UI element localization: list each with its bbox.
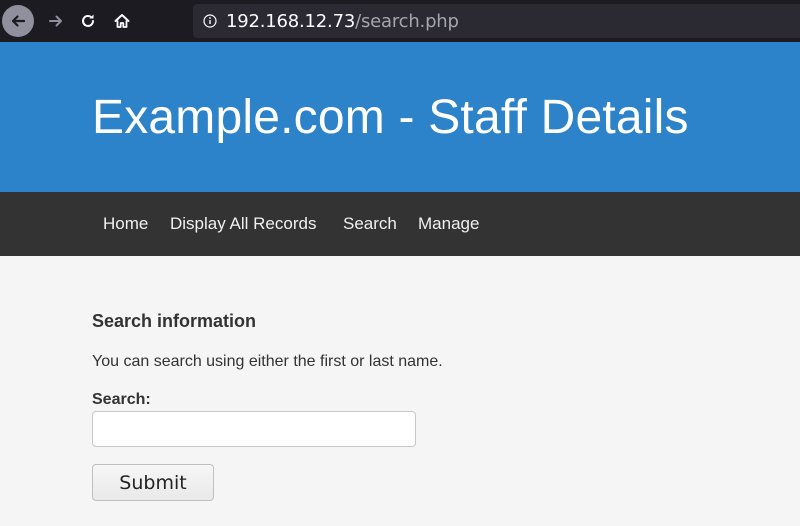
- browser-toolbar: 192.168.12.73/search.php: [0, 0, 800, 42]
- main-nav: Home Display All Records Search Manage: [0, 192, 800, 256]
- arrow-right-icon: [49, 15, 62, 27]
- nav-search[interactable]: Search: [343, 214, 397, 234]
- url-host: 192.168.12.73: [226, 10, 356, 32]
- home-button[interactable]: [106, 5, 138, 37]
- nav-home[interactable]: Home: [103, 214, 148, 234]
- address-bar[interactable]: 192.168.12.73/search.php: [193, 4, 800, 38]
- search-input[interactable]: [92, 411, 416, 447]
- submit-button[interactable]: Submit: [92, 464, 214, 501]
- back-button[interactable]: [2, 5, 34, 37]
- section-heading: Search information: [92, 311, 257, 331]
- reload-icon: [82, 14, 94, 27]
- forward-button[interactable]: [40, 5, 72, 37]
- search-label: Search:: [92, 391, 151, 408]
- nav-display-all-records[interactable]: Display All Records: [170, 214, 316, 234]
- home-icon: [114, 14, 130, 28]
- arrow-left-icon: [11, 15, 26, 27]
- help-text: You can search using either the first or…: [92, 353, 443, 370]
- nav-manage[interactable]: Manage: [418, 214, 479, 234]
- url-path: /search.php: [355, 10, 459, 32]
- site-header: Example.com - Staff Details: [0, 42, 800, 192]
- url-text: 192.168.12.73/search.php: [226, 11, 459, 32]
- site-title: Example.com - Staff Details: [92, 91, 689, 144]
- info-icon[interactable]: [203, 14, 217, 28]
- reload-button[interactable]: [72, 5, 104, 37]
